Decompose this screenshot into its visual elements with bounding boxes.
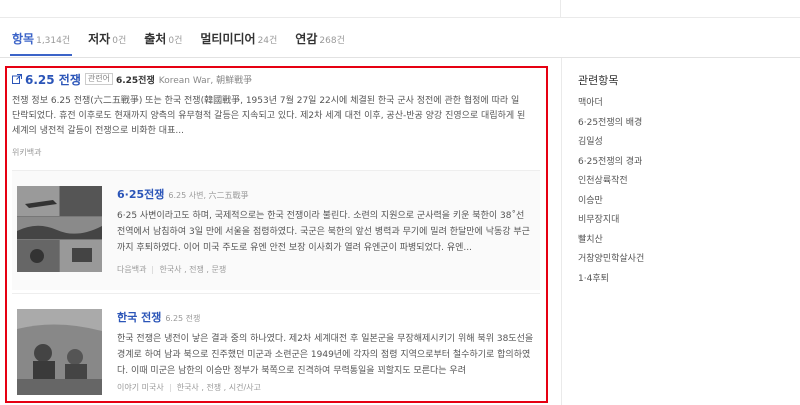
tab-label: 항목 bbox=[12, 32, 35, 46]
result-title-link[interactable]: 6.25 전쟁 bbox=[25, 71, 81, 88]
search-results-highlight: 6.25 전쟁 관련어 6.25전쟁 Korean War, 朝鮮戰爭 전쟁 정… bbox=[5, 66, 548, 403]
related-item[interactable]: 이승만 bbox=[578, 192, 644, 212]
tab-items[interactable]: 항목 1,314건 bbox=[10, 24, 73, 56]
result-header: 6.25 전쟁 관련어 6.25전쟁 Korean War, 朝鮮戰爭 bbox=[12, 70, 542, 88]
result-title-link[interactable]: 한국 전쟁 bbox=[117, 309, 161, 325]
meta-divider bbox=[169, 383, 171, 392]
related-item[interactable]: 인천상륙작전 bbox=[578, 172, 644, 192]
result-item-daum: 6·25전쟁 6.25 사변, 六二五戰爭 6·25 사변이라고도 하며, 국제… bbox=[12, 170, 540, 290]
tab-count: 24건 bbox=[257, 36, 278, 46]
result-title-row: 한국 전쟁 6.25 전쟁 bbox=[117, 309, 200, 325]
category-tabs: 항목 1,314건 저자 0건 출처 0건 멀티미디어 24건 연감 268건 bbox=[10, 24, 361, 58]
related-item[interactable]: 거창양민학살사건 bbox=[578, 250, 644, 270]
tab-count: 0건 bbox=[168, 36, 183, 46]
related-item[interactable]: 비무장지대 bbox=[578, 211, 644, 231]
result-title-row: 6·25전쟁 6.25 사변, 六二五戰爭 bbox=[117, 186, 249, 202]
result-meta: 다음백과 한국사 , 전쟁 , 문쟁 bbox=[117, 264, 226, 275]
sidebar-title: 관련항목 bbox=[578, 74, 619, 87]
result-source[interactable]: 다음백과 bbox=[117, 264, 146, 275]
tab-sources[interactable]: 출처 0건 bbox=[142, 24, 184, 56]
result-snippet: 한국 전쟁은 냉전이 낳은 결과 중의 하나였다. 제2차 세계대전 후 일본군… bbox=[117, 334, 534, 376]
result-categories: 한국사 , 전쟁 , 시건/사고 bbox=[176, 383, 261, 392]
tab-label: 연감 bbox=[295, 32, 318, 46]
result-thumbnail[interactable] bbox=[17, 309, 102, 395]
related-item[interactable]: 1·4후퇴 bbox=[578, 270, 644, 290]
result-snippet: 6·25 사변이라고도 하며, 국제적으로는 한국 전쟁이라 불린다. 소련의 … bbox=[117, 211, 530, 253]
related-item[interactable]: 6·25전쟁의 배경 bbox=[578, 114, 644, 134]
related-items-sidebar: 관련항목 맥아더 6·25전쟁의 배경 김일성 6·25전쟁의 경과 인천상륙작… bbox=[561, 58, 800, 405]
tab-authors[interactable]: 저자 0건 bbox=[86, 24, 128, 56]
alias-badge: 관련어 bbox=[84, 73, 113, 85]
meta-divider bbox=[152, 265, 154, 274]
tab-label: 멀티미디어 bbox=[200, 32, 256, 46]
alias-foreign: Korean War, 朝鮮戰爭 bbox=[158, 75, 253, 86]
result-meta: 이야기 미국사 한국사 , 전쟁 , 시건/사고 bbox=[117, 382, 261, 393]
related-item[interactable]: 6·25전쟁의 경과 bbox=[578, 153, 644, 173]
tab-count: 1,314건 bbox=[36, 36, 71, 46]
tab-multimedia[interactable]: 멀티미디어 24건 bbox=[198, 24, 279, 56]
result-item-wikipedia: 6.25 전쟁 관련어 6.25전쟁 Korean War, 朝鮮戰爭 전쟁 정… bbox=[12, 70, 542, 158]
top-strip bbox=[0, 0, 800, 18]
result-categories: 한국사 , 전쟁 , 문쟁 bbox=[159, 265, 227, 274]
tab-count: 268건 bbox=[319, 36, 345, 46]
result-alias: 6.25 전쟁 bbox=[165, 314, 201, 323]
related-items-list: 맥아더 6·25전쟁의 배경 김일성 6·25전쟁의 경과 인천상륙작전 이승만… bbox=[578, 94, 644, 289]
result-source[interactable]: 위키백과 bbox=[12, 147, 542, 158]
result-alias: 6.25 사변, 六二五戰爭 bbox=[168, 191, 249, 200]
tab-yearbook[interactable]: 연감 268건 bbox=[293, 24, 347, 56]
external-link-icon[interactable] bbox=[12, 74, 22, 84]
result-title-link[interactable]: 6·25전쟁 bbox=[117, 186, 164, 202]
result-item-story-history: 한국 전쟁 6.25 전쟁 한국 전쟁은 냉전이 낳은 결과 중의 하나였다. … bbox=[12, 293, 540, 401]
related-item[interactable]: 김일성 bbox=[578, 133, 644, 153]
result-source[interactable]: 이야기 미국사 bbox=[117, 382, 164, 393]
result-thumbnail[interactable] bbox=[17, 186, 102, 272]
tab-label: 출처 bbox=[144, 32, 167, 46]
tab-count: 0건 bbox=[112, 36, 127, 46]
alias-term: 6.25전쟁 bbox=[115, 75, 155, 86]
tab-label: 저자 bbox=[88, 32, 111, 46]
result-snippet: 전쟁 정보 6.25 전쟁(六二五戰爭) 또는 한국 전쟁(韓國戰爭, 1953… bbox=[12, 96, 526, 136]
related-item[interactable]: 맥아더 bbox=[578, 94, 644, 114]
related-item[interactable]: 빨치산 bbox=[578, 231, 644, 251]
